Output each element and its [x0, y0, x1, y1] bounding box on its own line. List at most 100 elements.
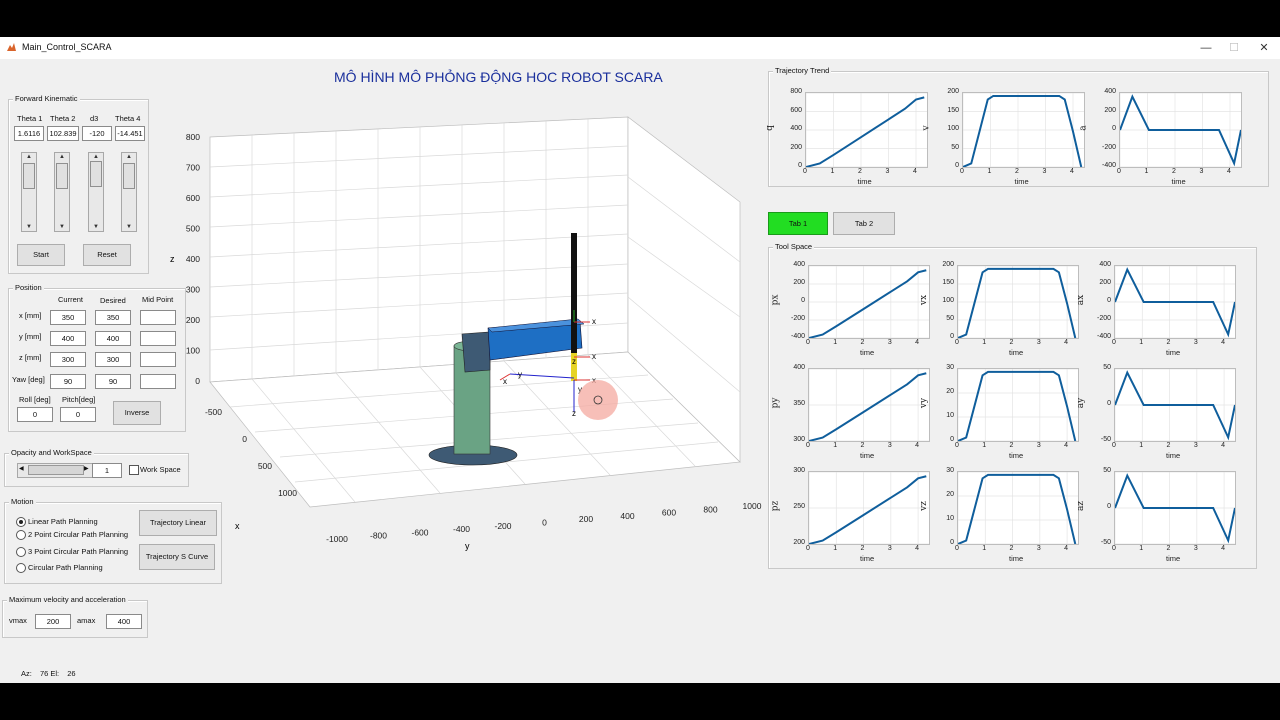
z-current-field[interactable]: 300	[50, 352, 86, 367]
tool-pz-plot	[808, 471, 930, 545]
trend-v-ytick-label: 150	[947, 106, 959, 114]
trend-q-xtick-label: 1	[830, 168, 835, 175]
start-button[interactable]: Start	[17, 244, 65, 266]
theta2-field[interactable]: 102.839	[47, 126, 79, 141]
tool-vy-ytick-label: 30	[946, 364, 954, 371]
linear-path-label: Linear Path Planning	[28, 517, 98, 526]
opacity-panel: Opacity and WorkSpace ◀ ▶ 1 Work Space	[4, 448, 189, 487]
vmax-field[interactable]: 200	[35, 614, 71, 629]
yaw-desired-field[interactable]: 90	[95, 374, 131, 389]
trend-v-xtick-label: 0	[960, 168, 964, 175]
tool-ay-ytick-label: 50	[1103, 364, 1111, 371]
trend-q-series-line	[806, 96, 925, 167]
tab-2[interactable]: Tab 2	[833, 212, 895, 235]
tool-pz-xtick-label: 4	[915, 545, 919, 552]
tool-py-xtick-label: 3	[887, 442, 892, 449]
pitch-field[interactable]: 0	[60, 407, 96, 422]
opacity-value-field[interactable]: 1	[92, 463, 122, 478]
robot-3d-plot[interactable]: x x x x y y z z 800 700 600 500 400 300 200 100…	[170, 112, 770, 552]
tool-px-ytick-label: -200	[790, 315, 805, 322]
pitch-label: Pitch[deg]	[62, 395, 96, 404]
amax-field[interactable]: 400	[106, 614, 142, 629]
tool-pz-xtick-label: 0	[806, 545, 810, 552]
tool-vy-xtick-label: 2	[1009, 442, 1014, 449]
frame-label: x	[592, 317, 596, 326]
tool-az-xtick-label: 0	[1112, 545, 1116, 552]
tool-px-xtick-label: 1	[833, 339, 838, 346]
position-panel: Position Current Desired Mid Point x [mm…	[8, 283, 186, 432]
tab-1[interactable]: Tab 1	[768, 212, 828, 235]
theta4-slider[interactable]: ▲ ▼	[121, 152, 137, 232]
tool-pz-xtick-label: 2	[860, 545, 865, 552]
x-desired-field[interactable]: 350	[95, 310, 131, 325]
tool-vx-xtick-label: 0	[955, 339, 959, 346]
yaw-current-field[interactable]: 90	[50, 374, 86, 389]
z-label: z [mm]	[19, 353, 42, 362]
theta1-field[interactable]: 1.6116	[14, 126, 44, 141]
inverse-button[interactable]: Inverse	[113, 401, 161, 425]
workspace-checkbox[interactable]	[129, 465, 139, 475]
az-el-readout: Az: 76 El: 26	[21, 669, 76, 678]
trend-q-ytick-label: 400	[790, 125, 802, 132]
trend-q-xtick-label: 3	[885, 168, 890, 175]
tool-py-ytick-label: 300	[793, 436, 805, 443]
y-desired-field[interactable]: 400	[95, 331, 131, 346]
yaw-label: Yaw [deg]	[12, 375, 45, 384]
tool-py-xtick-label: 1	[833, 442, 838, 449]
theta4-field[interactable]: -14.451	[115, 126, 145, 141]
y-tick-label: -800	[370, 531, 387, 541]
trend-v-xaxis-label: time	[1014, 177, 1029, 186]
trend-q-xtick-label: 2	[858, 168, 862, 175]
y-tick-label: 200	[579, 514, 593, 524]
y-tick-label: 800	[703, 504, 717, 514]
tool-vy-plot	[957, 368, 1079, 442]
tool-pz-ylabel: pz	[770, 500, 781, 512]
theta1-slider[interactable]: ▲ ▼	[21, 152, 37, 232]
tool-px-ylabel: px	[770, 294, 781, 306]
reset-button[interactable]: Reset	[83, 244, 131, 266]
matlab-icon	[6, 42, 17, 53]
panel-title: Trajectory Trend	[773, 66, 832, 75]
3pt-circular-radio[interactable]	[16, 547, 26, 557]
linear-path-radio[interactable]	[16, 517, 26, 527]
trend-v-series-line	[963, 94, 1083, 167]
close-button[interactable]: ✕	[1252, 40, 1276, 56]
tool-pz-ytick-label: 250	[793, 503, 805, 510]
x-current-field[interactable]: 350	[50, 310, 86, 325]
tool-vy-plot-svg	[958, 369, 1078, 441]
panel-title: Opacity and WorkSpace	[9, 448, 94, 457]
2pt-circular-label: 2 Point Circular Path Planning	[28, 530, 129, 539]
tool-px-xtick-label: 0	[806, 339, 810, 346]
trend-a-ylabel: a	[1078, 125, 1089, 131]
trend-a-plot	[1119, 92, 1242, 168]
trend-v-ytick-label: 0	[955, 162, 959, 169]
tool-vz-plot	[957, 471, 1079, 545]
tool-ay-xtick-label: 0	[1112, 442, 1116, 449]
trend-v-ylabel: v	[921, 125, 932, 131]
tool-py-xtick-label: 4	[915, 442, 919, 449]
tool-az-plot-svg	[1115, 472, 1235, 544]
tool-ay-plot-svg	[1115, 369, 1235, 441]
tool-ax-ytick-label: 200	[1099, 279, 1111, 286]
2pt-circular-radio[interactable]	[16, 530, 26, 540]
z-desired-field[interactable]: 300	[95, 352, 131, 367]
panel-title: Position	[13, 283, 44, 292]
x-tick-label: 1000	[278, 488, 297, 498]
trend-q-xtick-label: 0	[803, 168, 807, 175]
trend-q-ytick-label: 800	[790, 88, 802, 95]
y-current-field[interactable]: 400	[50, 331, 86, 346]
d3-slider[interactable]: ▲ ▼	[88, 152, 104, 232]
opacity-slider[interactable]: ◀ ▶	[17, 463, 93, 478]
tool-ax-xtick-label: 2	[1166, 339, 1171, 346]
tool-vy-xtick-label: 3	[1036, 442, 1041, 449]
tool-vx-xtick-label: 3	[1036, 339, 1041, 346]
theta2-slider[interactable]: ▲ ▼	[54, 152, 70, 232]
d3-field[interactable]: -120	[82, 126, 112, 141]
maximize-button[interactable]: ☐	[1222, 40, 1246, 56]
roll-field[interactable]: 0	[17, 407, 53, 422]
circular-path-radio[interactable]	[16, 563, 26, 573]
y-tick-label: -1000	[326, 534, 348, 544]
title-bar: Main_Control_SCARA — ☐ ✕	[0, 37, 1280, 59]
trend-v-ytick-label: 50	[951, 143, 959, 151]
minimize-button[interactable]: —	[1194, 40, 1218, 56]
